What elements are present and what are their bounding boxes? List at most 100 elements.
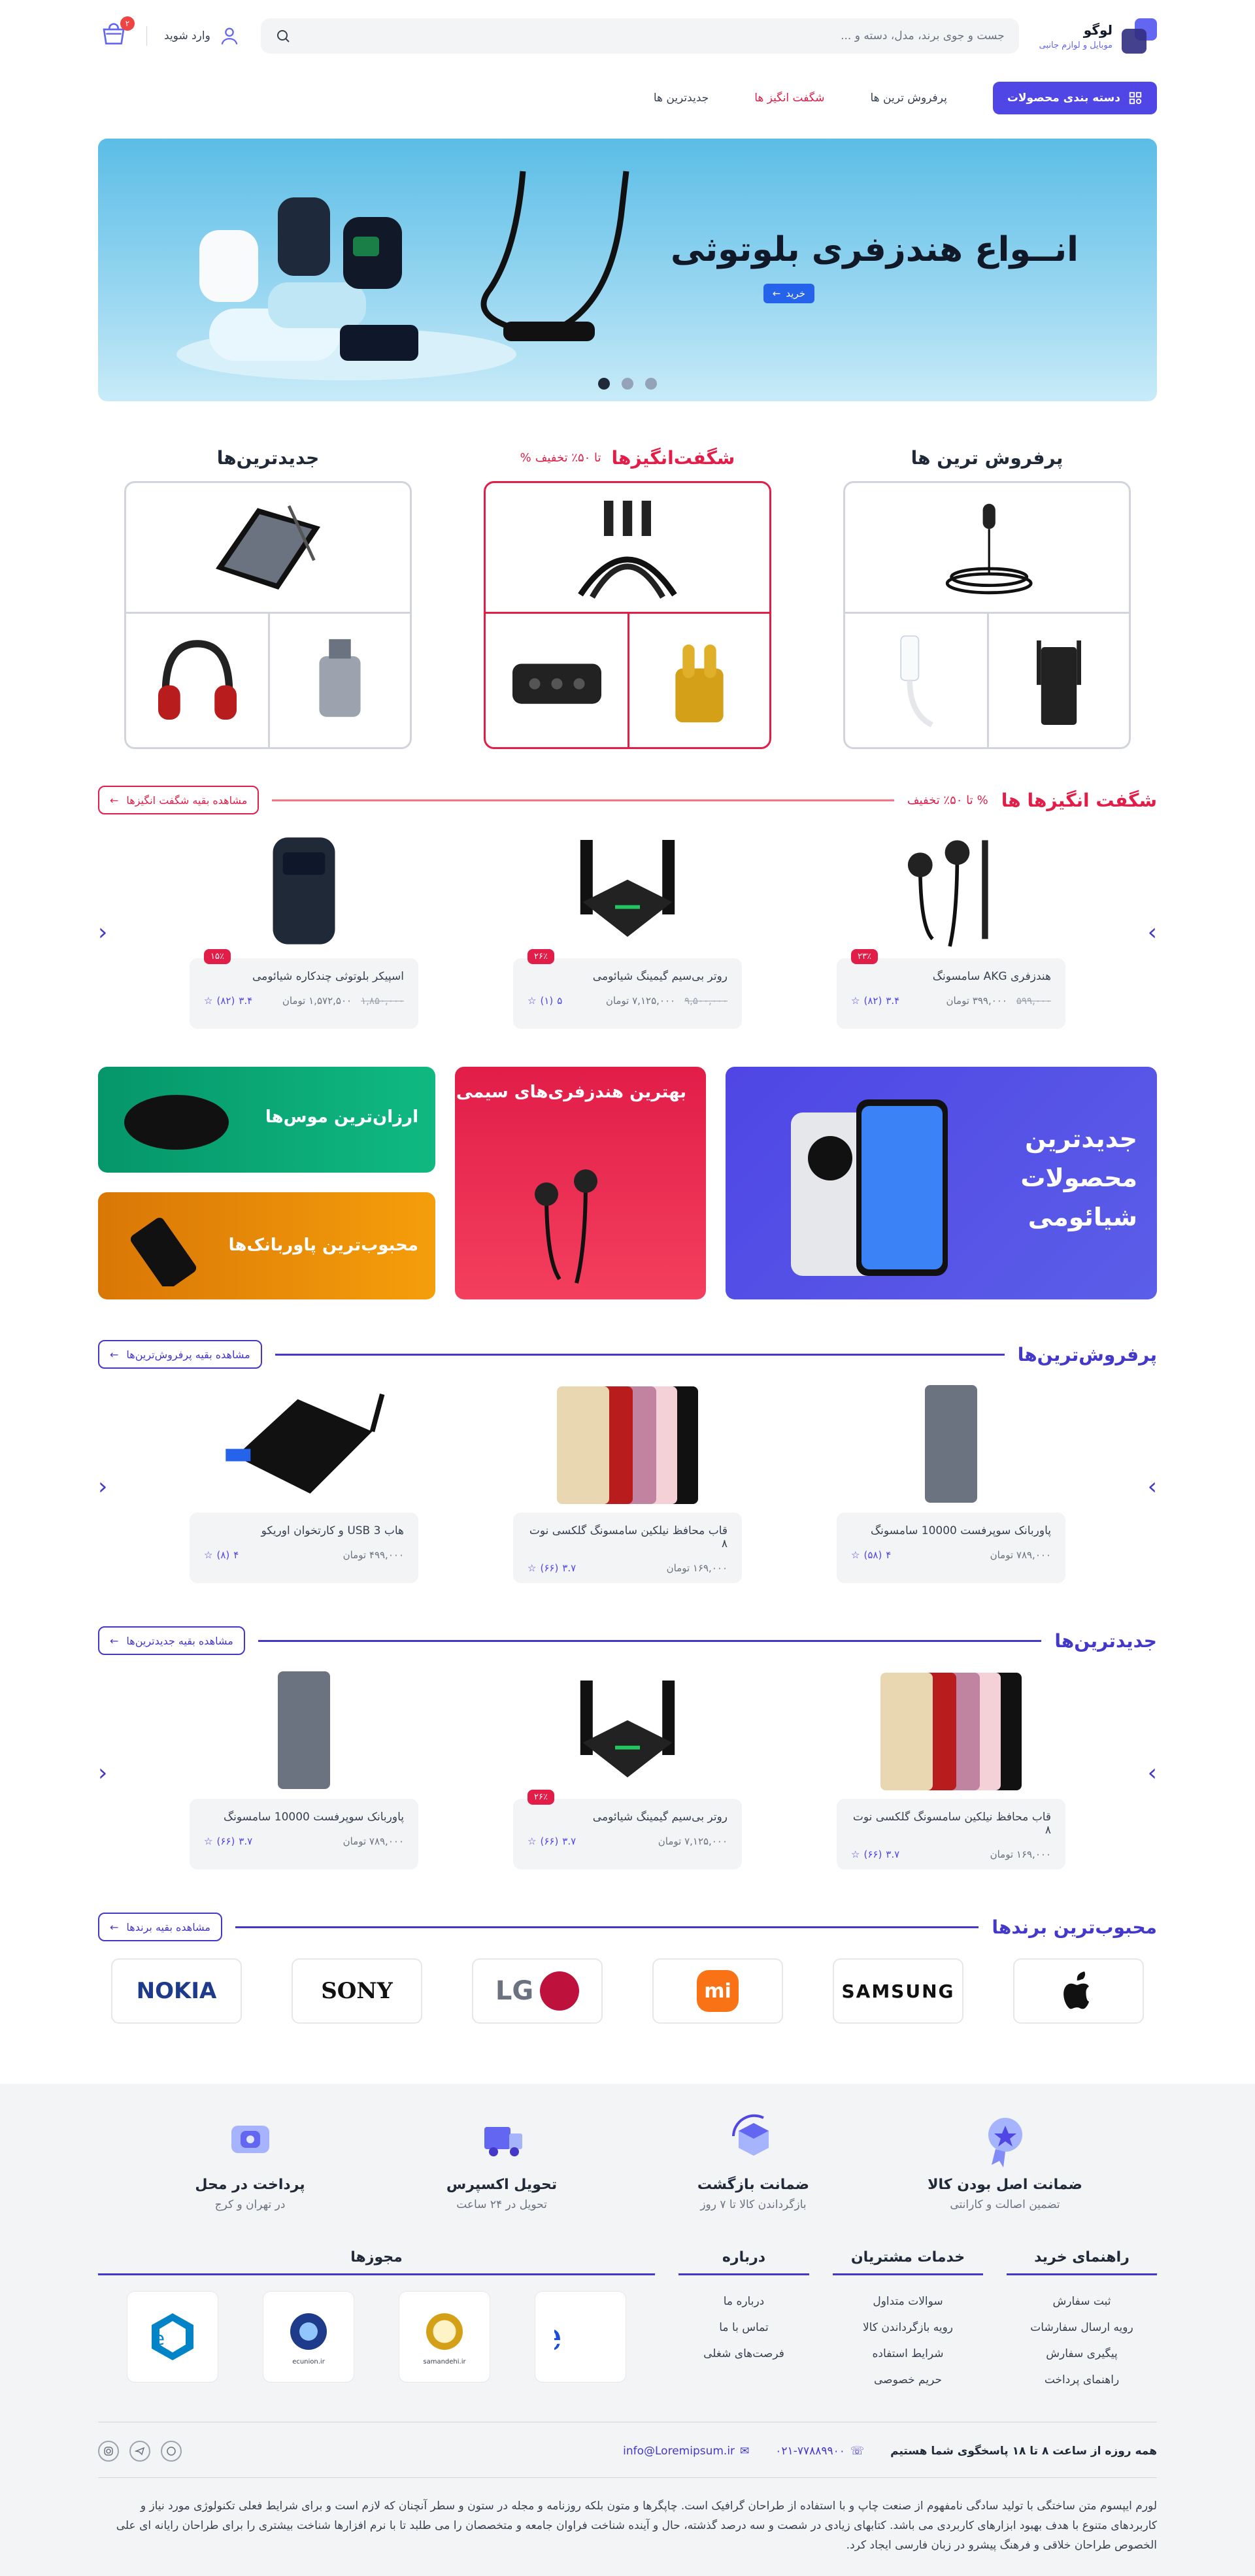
digital-license[interactable]: e [127,2291,218,2383]
product-card[interactable]: قاب محافظ نیلکین سامسونگ گلکسی نوت ۸ ۱۶۹… [837,1662,1065,1871]
search-input[interactable] [290,29,1005,42]
truck-icon [484,2127,522,2156]
footer-link[interactable]: پیگیری سفارش [1007,2341,1157,2367]
product-card[interactable]: قاب محافظ نیلکین سامسونگ گلکسی نوت ۸ ۱۶۹… [513,1375,742,1584]
xiaomi-banner[interactable]: جدیدترین محصولات شیائومی [726,1067,1157,1299]
product-card[interactable]: ۲۶٪ روتر بی‌سیم گیمینگ شیائومی ۷,۱۲۵,۰۰۰… [513,1662,742,1871]
see-more-brands-button[interactable]: مشاهده بقیه برندها ← [98,1913,222,1941]
star-icon: ☆ [851,995,860,1007]
star-icon: ☆ [527,995,537,1007]
brand-nokia[interactable]: NOKIA [111,1958,242,2024]
ecunion-icon [290,2313,327,2350]
brand-mi[interactable]: mi [652,1958,783,2024]
product-reviews: (۶۶) [540,1835,559,1847]
product-reviews: (۸۲) [863,995,882,1007]
wired-headphones-banner[interactable]: بهترین هندزفری‌های سیمی [455,1067,706,1299]
product-thumb-cable[interactable] [486,483,769,614]
footer-guide-title: راهنمای خرید [1007,2249,1157,2275]
feature-title: ضمانت اصل بودن کالا [928,2177,1082,2193]
chevron-right-icon[interactable]: › [1148,1473,1157,1500]
product-card[interactable]: پاوربانک سوپرفست 10000 سامسونگ ۷۸۹,۰۰۰ ت… [190,1662,418,1871]
header-divider [146,26,148,46]
product-card[interactable]: پاوربانک سوپرفست 10000 سامسونگ ۷۸۹,۰۰۰ ت… [837,1375,1065,1584]
newest-section-title: جدیدترین‌ها [1054,1630,1157,1652]
apple-icon [1063,1971,1089,2009]
see-more-amazing-button[interactable]: مشاهده بقیه شگفت انگیزها ← [98,786,259,814]
instagram-icon[interactable] [98,2441,119,2462]
cart-count-badge: ۲ [120,16,135,31]
chevron-left-icon[interactable]: ‹ [98,919,107,946]
nav-bestsellers[interactable]: پرفروش ترین ها [870,92,946,105]
footer-link[interactable]: سوالات متداول [833,2288,983,2315]
email-link[interactable]: ✉ info@Loremipsum.ir [623,2445,749,2458]
see-more-newest-button[interactable]: مشاهده بقیه جدیدترین‌ها ← [98,1626,245,1655]
product-thumb-tablet[interactable] [126,483,410,614]
hero-banner[interactable]: انــواع هندزفری بلوتوثی خرید ← [98,139,1157,401]
categories-button[interactable]: دسته بندی محصولات [992,82,1157,114]
product-thumb-router[interactable] [987,614,1129,747]
ecunion-license[interactable]: ecunion.ir [263,2291,354,2383]
mouse-banner[interactable]: ارزان‌ترین موس‌ها [98,1067,435,1173]
featured-amazing[interactable]: شگفت‌انگیزها تا ۵۰٪ تخفیف% [484,443,771,749]
footer-link[interactable]: رویه بازگرداندن کالا [833,2315,983,2341]
mouse-illustration [124,1095,229,1150]
product-thumb-mic[interactable] [845,483,1129,614]
enamad-license[interactable]: e [535,2291,626,2383]
license-caption: samandehi.ir [423,2358,466,2366]
powerbank-banner[interactable]: محبوب‌ترین پاوربانک‌ها [98,1192,435,1299]
brand-samsung[interactable]: SAMSUNG [833,1958,963,2024]
carousel-dots[interactable] [598,378,657,390]
footer-link[interactable]: تماس با ما [678,2315,809,2341]
product-card[interactable]: ۲۳٪ هندزفری AKG سامسونگ ۵۹۹,۰۰۰ ۳۹۹,۰۰۰ ت… [837,821,1065,1030]
brand-lg-label: LG [495,1976,534,2006]
brand-lg[interactable]: LG [472,1958,603,2024]
product-thumb-otg[interactable] [268,614,410,747]
footer-link[interactable]: فرصت‌های شغلی [678,2341,809,2367]
footer-link[interactable]: رویه ارسال سفارشات [1007,2315,1157,2341]
discount-badge: ۲۶٪ [527,1790,554,1805]
product-thumb-adapter[interactable] [845,614,987,747]
product-rating: ۳.۷ [886,1848,900,1860]
footer-link[interactable]: شرایط استفاده [833,2341,983,2367]
grid-icon [1128,91,1143,105]
brand-apple[interactable] [1013,1958,1144,2024]
xiaomi-banner-title: جدیدترین محصولات شیائومی [1020,1124,1137,1231]
nav-newest[interactable]: جدیدترین ها [654,92,709,105]
phone-link[interactable]: ☏ ۰۲۱-۷۷۸۸۹۹۰۰ [775,2445,864,2458]
product-image-usb-hub [190,1375,418,1513]
product-card[interactable]: ۱۵٪ اسپیکر بلوتوثی چندکاره شیائومی ۱,۸۵۰… [190,821,418,1030]
whatsapp-icon[interactable] [161,2441,182,2462]
footer-link[interactable]: درباره ما [678,2288,809,2315]
hero-buy-button[interactable]: خرید ← [763,284,814,303]
footer-link[interactable]: حریم خصوصی [833,2367,983,2393]
featured-bestsellers[interactable]: پرفروش ترین ها [843,443,1131,749]
product-card[interactable]: ۲۶٪ روتر بی‌سیم گیمینگ شیائومی ۹,۵۰۰,۰۰۰… [513,821,742,1030]
brand-sony[interactable]: SONY [292,1958,422,2024]
logo[interactable]: لوگو موبایل و لوازم جانبی [1039,18,1157,54]
wired-banner-title: بهترین هندزفری‌های سیمی [456,1082,686,1102]
arrow-left-icon: ← [110,1634,119,1647]
chevron-right-icon[interactable]: › [1148,1760,1157,1786]
samandehi-license[interactable]: samandehi.ir [399,2291,490,2383]
product-card[interactable]: هاب USB 3 و کارتخوان اوریکو ۴۹۹,۰۰۰ توما… [190,1375,418,1584]
see-more-bestsellers-label: مشاهده بقیه پرفروش‌ترین‌ها [126,1348,250,1361]
product-thumb-headphones[interactable] [126,614,268,747]
product-price: ۷۸۹,۰۰۰ تومان [343,1835,404,1847]
login-button[interactable]: وارد شوید [164,25,241,47]
footer-link[interactable]: ثبت سفارش [1007,2288,1157,2315]
chevron-right-icon[interactable]: › [1148,919,1157,946]
product-thumb-golden-earbuds[interactable] [628,614,769,747]
search-bar[interactable] [260,18,1019,54]
featured-newest[interactable]: جدیدترین‌ها [124,443,412,749]
chevron-left-icon[interactable]: ‹ [98,1760,107,1786]
search-icon[interactable] [275,28,291,44]
chevron-left-icon[interactable]: ‹ [98,1473,107,1500]
contact-bar: همه روزه از ساعت ۸ تا ۱۸ پاسخگوی شما هست… [98,2422,1157,2462]
mail-icon: ✉ [740,2445,750,2458]
see-more-bestsellers-button[interactable]: مشاهده بقیه پرفروش‌ترین‌ها ← [98,1340,262,1369]
cart-button[interactable]: ۲ [98,16,135,52]
telegram-icon[interactable] [129,2441,150,2462]
nav-amazing[interactable]: شگفت انگیز ها [754,92,824,105]
product-thumb-power-strip[interactable] [486,614,628,747]
footer-link[interactable]: راهنمای پرداخت [1007,2367,1157,2393]
